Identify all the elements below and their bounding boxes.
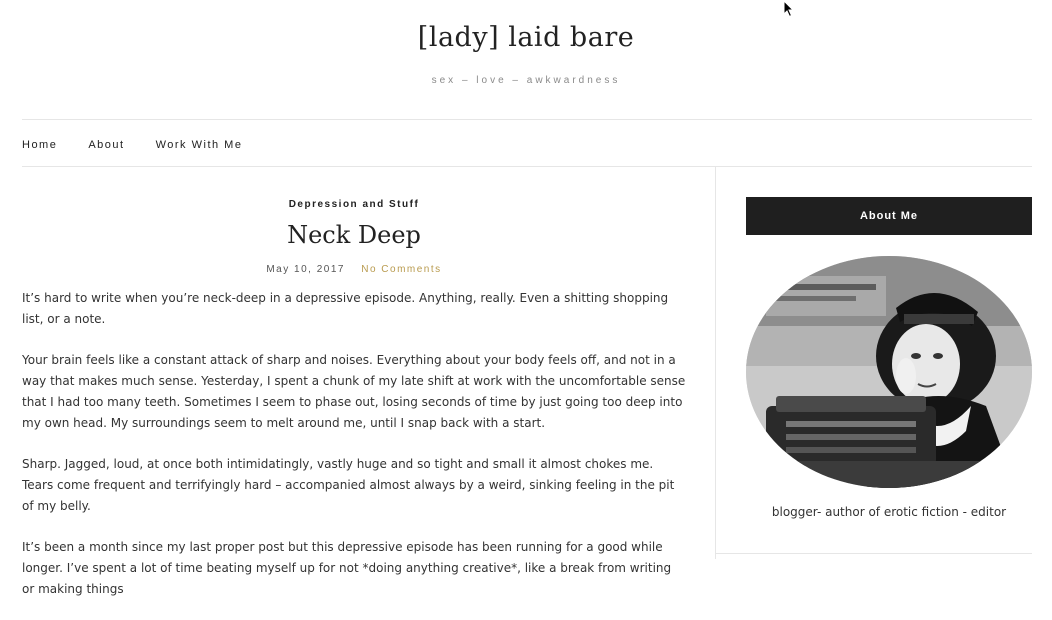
sidebar-divider — [715, 167, 716, 559]
site-tagline: sex – love – awkwardness — [431, 75, 621, 86]
post-comments-link[interactable]: No Comments — [361, 264, 441, 275]
nav-item-home[interactable]: Home — [22, 139, 57, 153]
post-date: May 10, 2017 — [266, 264, 345, 275]
nav-item-work-with-me[interactable]: Work With Me — [156, 139, 243, 153]
post-paragraph: Your brain feels like a constant attack … — [22, 353, 686, 430]
post-meta: May 10, 2017 No Comments — [22, 264, 686, 275]
post-title[interactable]: Neck Deep — [22, 221, 686, 249]
post-paragraph: Sharp. Jagged, loud, at once both intimi… — [22, 457, 675, 513]
nav-item-about[interactable]: About — [88, 139, 124, 153]
site-title[interactable]: [lady] laid bare — [0, 22, 1052, 53]
author-bio: blogger- author of erotic fiction - edit… — [771, 505, 1007, 519]
nav-top-divider — [22, 119, 1032, 120]
author-photo-illustration — [746, 256, 1032, 488]
main-nav: Home About Work With Me — [22, 139, 273, 153]
sidebar: About Me blogger- author of erotic ficti… — [746, 167, 1032, 559]
post-paragraph: It’s hard to write when you’re neck-deep… — [22, 291, 669, 326]
widget-title-about-me: About Me — [746, 197, 1032, 235]
post-paragraph: It’s been a month since my last proper p… — [22, 540, 672, 596]
post-content: It’s hard to write when you’re neck-deep… — [22, 288, 686, 620]
post-category[interactable]: Depression and Stuff — [22, 199, 686, 210]
author-photo — [746, 256, 1032, 488]
mouse-cursor-icon — [783, 0, 795, 23]
post-article: Depression and Stuff Neck Deep May 10, 2… — [22, 167, 686, 596]
site-header: [lady] laid bare sex – love – awkwardnes… — [0, 0, 1052, 120]
sidebar-bottom-divider — [716, 553, 1032, 554]
